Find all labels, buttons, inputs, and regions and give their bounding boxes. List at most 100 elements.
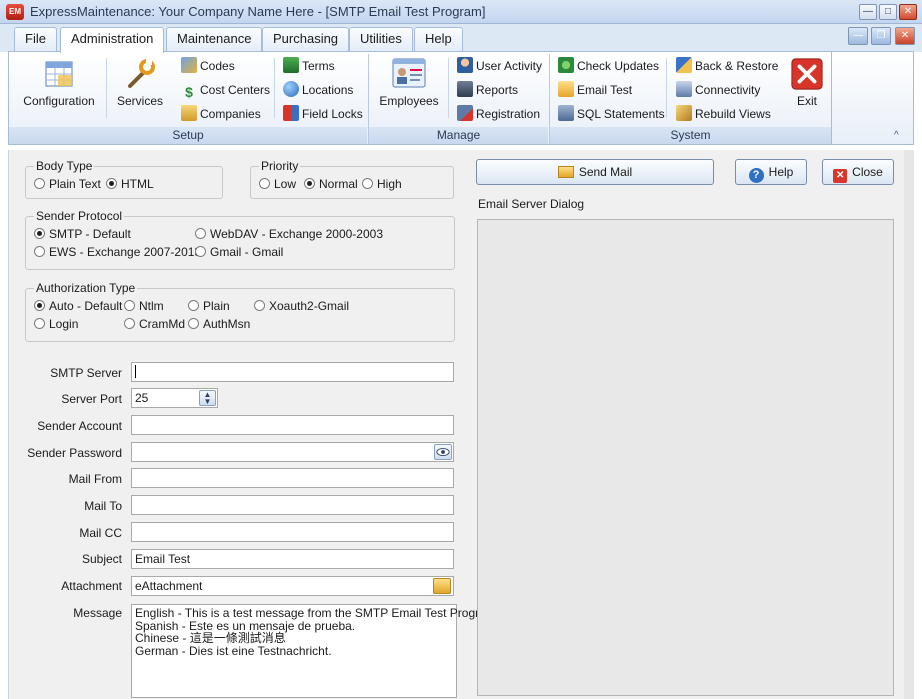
employees-button[interactable]: Employees bbox=[376, 56, 442, 108]
radio-authmsn[interactable]: AuthMsn bbox=[188, 316, 250, 332]
radio-plain[interactable]: Plain bbox=[188, 298, 230, 314]
server-port-value: 25 bbox=[135, 391, 149, 405]
radio-dot bbox=[124, 318, 135, 329]
radio-ntlm[interactable]: Ntlm bbox=[124, 298, 164, 314]
body-type-title: Body Type bbox=[34, 159, 95, 173]
terms-button[interactable]: Terms bbox=[283, 56, 335, 76]
sender-account-label: Sender Account bbox=[37, 419, 122, 433]
radio-login[interactable]: Login bbox=[34, 316, 78, 332]
eye-icon bbox=[436, 448, 450, 456]
mdi-close-button[interactable]: ✕ bbox=[895, 27, 915, 45]
connectivity-icon bbox=[676, 81, 692, 97]
close-icon: ✕ bbox=[833, 169, 848, 183]
radio-label: Auto - Default bbox=[49, 299, 123, 313]
system-group-label: System bbox=[550, 127, 831, 144]
reports-label: Reports bbox=[476, 83, 519, 97]
radio-html[interactable]: HTML bbox=[106, 176, 154, 192]
smtp-server-label: SMTP Server bbox=[50, 366, 122, 380]
sender-account-input[interactable] bbox=[131, 415, 454, 435]
help-button[interactable]: ? Help bbox=[735, 159, 807, 185]
radio-high[interactable]: High bbox=[362, 176, 402, 192]
reports-button[interactable]: Reports bbox=[457, 80, 518, 100]
radio-dot-selected bbox=[106, 178, 117, 189]
radio-gmail[interactable]: Gmail - Gmail bbox=[195, 244, 283, 260]
sender-password-label: Sender Password bbox=[27, 446, 122, 460]
dollar-icon: $ bbox=[185, 84, 193, 100]
radio-label: WebDAV - Exchange 2000-2003 bbox=[210, 227, 383, 241]
tab-administration[interactable]: Administration bbox=[60, 27, 165, 53]
cost-centers-button[interactable]: $ Cost Centers bbox=[181, 80, 270, 100]
radio-label: Plain bbox=[203, 299, 230, 313]
user-activity-button[interactable]: User Activity bbox=[457, 56, 542, 76]
radio-low[interactable]: Low bbox=[259, 176, 296, 192]
mail-to-input[interactable] bbox=[131, 495, 454, 515]
exit-button[interactable]: Exit bbox=[786, 56, 828, 108]
close-window-button[interactable]: ✕ bbox=[899, 4, 917, 20]
services-button[interactable]: Services bbox=[112, 56, 168, 108]
setup-group-label: Setup bbox=[9, 127, 367, 144]
port-spinner-icon[interactable]: ▲ ▼ bbox=[199, 390, 216, 406]
attachment-input[interactable]: eAttachment bbox=[131, 576, 454, 596]
rebuild-views-button[interactable]: Rebuild Views bbox=[676, 104, 771, 124]
radio-crammd[interactable]: CramMd bbox=[124, 316, 185, 332]
maximize-button[interactable]: □ bbox=[879, 4, 897, 20]
back-restore-label: Back & Restore bbox=[695, 59, 779, 73]
radio-auto-default[interactable]: Auto - Default bbox=[34, 298, 122, 314]
manage-group-label: Manage bbox=[369, 127, 548, 144]
configuration-button[interactable]: Configuration bbox=[18, 56, 100, 108]
mail-cc-input[interactable] bbox=[131, 522, 454, 542]
user-activity-label: User Activity bbox=[476, 59, 543, 73]
ribbon-filler bbox=[832, 51, 914, 145]
check-updates-button[interactable]: Check Updates bbox=[558, 56, 659, 76]
sender-protocol-title: Sender Protocol bbox=[34, 209, 125, 223]
message-line: Chinese - 這是一條測試消息 bbox=[135, 631, 286, 645]
close-button[interactable]: ✕ Close bbox=[822, 159, 894, 185]
subject-input[interactable]: Email Test bbox=[131, 549, 454, 569]
codes-button[interactable]: Codes bbox=[181, 56, 235, 76]
radio-plain-text[interactable]: Plain Text bbox=[34, 176, 101, 192]
radio-label: AuthMsn bbox=[203, 317, 251, 331]
radio-normal[interactable]: Normal bbox=[304, 176, 358, 192]
attachment-label: Attachment bbox=[61, 579, 122, 593]
radio-ews[interactable]: EWS - Exchange 2007-2013 bbox=[34, 244, 201, 260]
codes-label: Codes bbox=[200, 59, 235, 73]
mail-from-label: Mail From bbox=[68, 472, 122, 486]
radio-webdav[interactable]: WebDAV - Exchange 2000-2003 bbox=[195, 226, 383, 242]
message-textarea[interactable]: English - This is a test message from th… bbox=[131, 604, 499, 698]
smtp-server-input[interactable] bbox=[131, 362, 454, 382]
companies-button[interactable]: Companies bbox=[181, 104, 261, 124]
mdi-restore-button[interactable]: ❐ bbox=[871, 27, 891, 45]
collapse-ribbon-icon[interactable]: ^ bbox=[894, 130, 899, 141]
configuration-label: Configuration bbox=[23, 94, 95, 108]
registration-button[interactable]: Registration bbox=[457, 104, 540, 124]
mail-from-input[interactable] bbox=[131, 468, 454, 488]
email-test-button[interactable]: Email Test bbox=[558, 80, 632, 100]
send-mail-button[interactable]: Send Mail bbox=[476, 159, 714, 185]
connectivity-button[interactable]: Connectivity bbox=[676, 80, 760, 100]
radio-dot bbox=[362, 178, 373, 189]
tab-file[interactable]: File bbox=[14, 27, 57, 51]
email-server-dialog-label: Email Server Dialog bbox=[478, 197, 585, 211]
minimize-button[interactable]: — bbox=[859, 4, 877, 20]
field-locks-button[interactable]: Field Locks bbox=[283, 104, 363, 124]
back-restore-button[interactable]: Back & Restore bbox=[676, 56, 778, 76]
locations-button[interactable]: Locations bbox=[283, 80, 353, 100]
vertical-scrollbar[interactable] bbox=[904, 150, 914, 699]
tab-help[interactable]: Help bbox=[414, 27, 463, 51]
tab-maintenance[interactable]: Maintenance bbox=[166, 27, 263, 51]
envelope-icon bbox=[558, 81, 574, 97]
show-password-eye-icon[interactable] bbox=[434, 444, 452, 460]
tab-purchasing[interactable]: Purchasing bbox=[262, 27, 350, 51]
browse-folder-icon[interactable] bbox=[433, 578, 451, 594]
registration-label: Registration bbox=[476, 107, 541, 121]
connectivity-label: Connectivity bbox=[695, 83, 761, 97]
mdi-minimize-button[interactable]: — bbox=[848, 27, 868, 45]
sender-password-input[interactable] bbox=[131, 442, 454, 462]
radio-smtp-default[interactable]: SMTP - Default bbox=[34, 226, 131, 242]
tab-utilities[interactable]: Utilities bbox=[349, 27, 413, 51]
radio-xoauth2-gmail[interactable]: Xoauth2-Gmail bbox=[254, 298, 349, 314]
send-mail-label: Send Mail bbox=[578, 165, 633, 179]
sql-statements-button[interactable]: SQL Statements bbox=[558, 104, 665, 124]
field-locks-label: Field Locks bbox=[302, 107, 363, 121]
email-server-dialog-area bbox=[477, 219, 894, 696]
